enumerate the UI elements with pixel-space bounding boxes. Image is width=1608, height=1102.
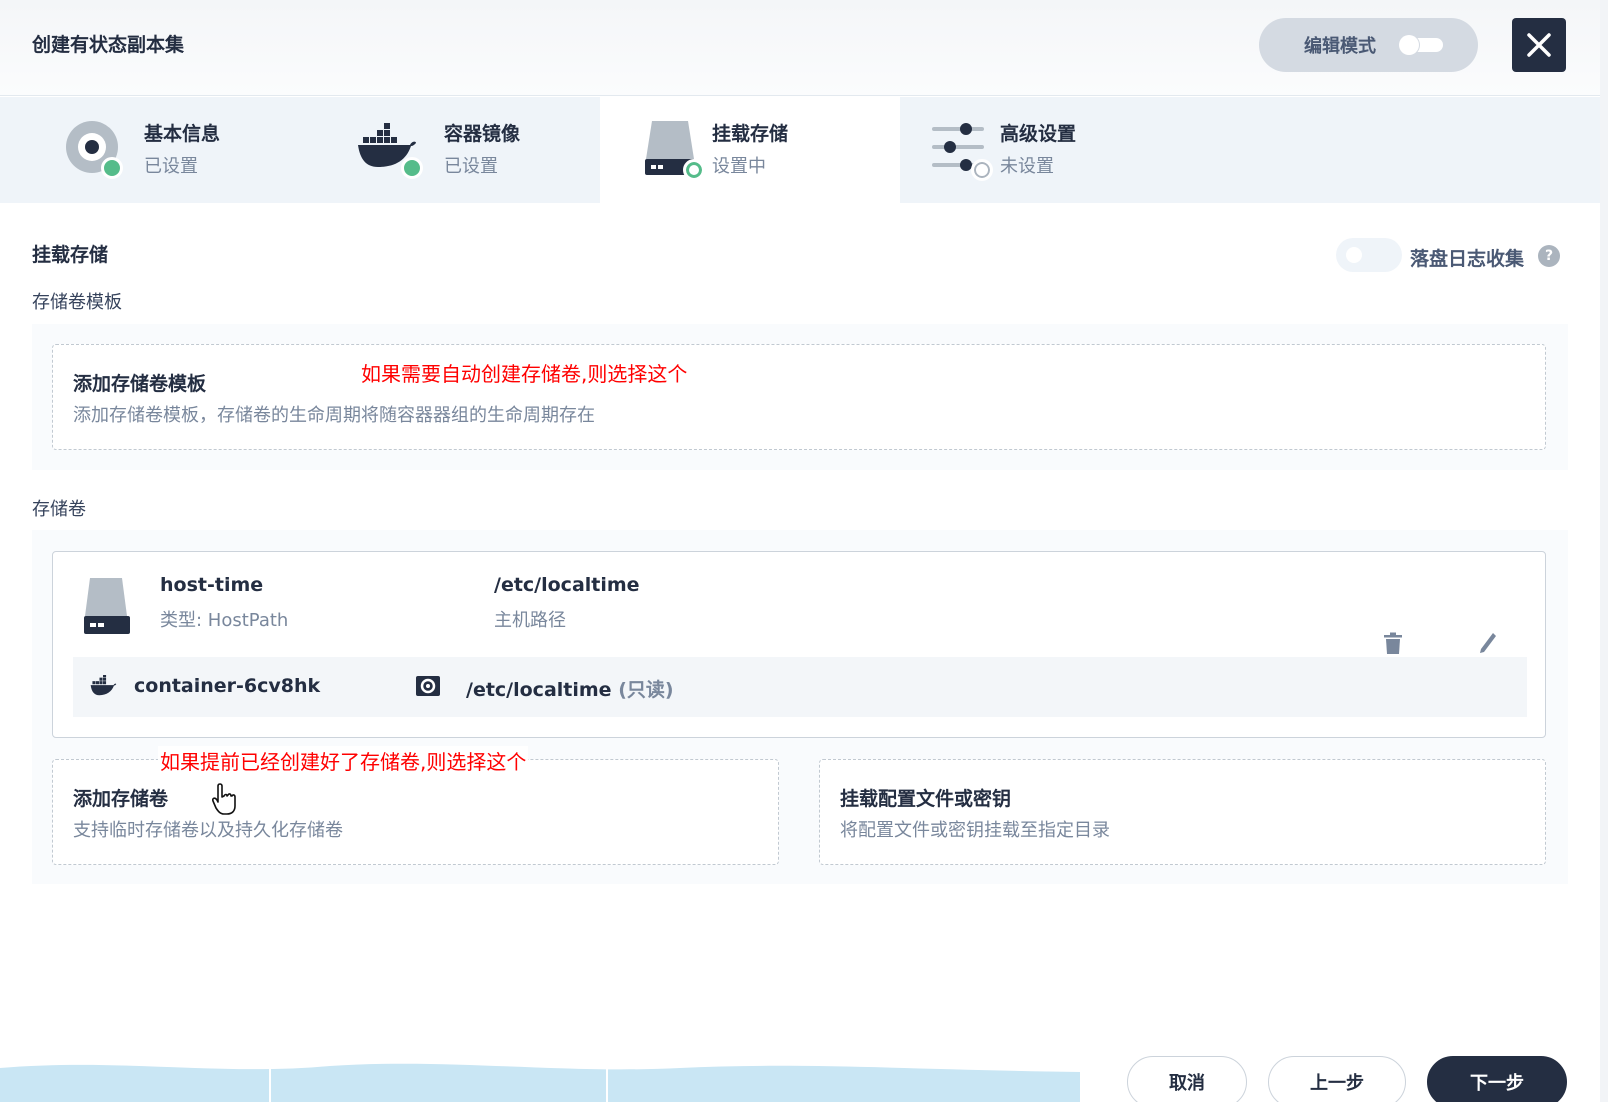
modal-title: 创建有状态副本集 xyxy=(32,34,185,56)
next-step-button[interactable]: 下一步 xyxy=(1427,1056,1567,1102)
mount-gear-icon xyxy=(416,676,440,696)
log-collection-toggle[interactable] xyxy=(1336,238,1402,272)
mount-container-name: container-6cv8hk xyxy=(134,675,321,697)
step-done-dot xyxy=(401,157,423,179)
step-done-dot xyxy=(101,157,123,179)
decorative-wave xyxy=(0,1063,1080,1102)
add-volume-template-card[interactable]: 添加存储卷模板 添加存储卷模板，存储卷的生命周期将随容器器组的生命周期存在 xyxy=(52,344,1546,450)
step-advanced-settings[interactable]: 高级设置 未设置 xyxy=(900,97,1200,203)
volume-host-path-label: 主机路径 xyxy=(494,610,566,631)
add-volume-title: 添加存储卷 xyxy=(73,788,169,810)
docker-whale-icon xyxy=(90,675,117,696)
step-title: 基本信息 xyxy=(144,123,221,145)
step-title: 容器镜像 xyxy=(444,123,521,145)
create-statefulset-modal: 创建有状态副本集 编辑模式 基本信息 已设置 容器镜像 已设置 挂载存储 设置中… xyxy=(0,0,1600,1102)
step-active-dot xyxy=(683,159,705,181)
close-icon xyxy=(1527,33,1551,57)
volume-name: host-time xyxy=(160,574,264,596)
hand-cursor-icon xyxy=(212,783,236,815)
step-mount-storage[interactable]: 挂载存储 设置中 xyxy=(600,97,900,203)
mount-config-desc: 将配置文件或密钥挂载至指定目录 xyxy=(840,820,1110,841)
add-volume-template-desc: 添加存储卷模板，存储卷的生命周期将随容器器组的生命周期存在 xyxy=(73,405,595,426)
section-title: 挂载存储 xyxy=(32,244,109,266)
volume-host-path: /etc/localtime xyxy=(494,574,640,596)
step-status: 未设置 xyxy=(1000,156,1054,177)
volumes-label: 存储卷 xyxy=(32,499,86,520)
mount-path-value: /etc/localtime xyxy=(466,679,612,701)
trash-icon[interactable] xyxy=(1378,628,1408,658)
help-icon[interactable]: ? xyxy=(1538,245,1560,267)
step-title: 挂载存储 xyxy=(712,123,789,145)
step-status: 设置中 xyxy=(712,156,766,177)
step-status: 已设置 xyxy=(144,156,198,177)
volume-type: 类型: HostPath xyxy=(160,610,289,631)
cancel-button[interactable]: 取消 xyxy=(1127,1056,1247,1102)
wizard-steps: 基本信息 已设置 容器镜像 已设置 挂载存储 设置中 高级设置 未设置 xyxy=(0,97,1600,203)
volume-mount-row: container-6cv8hk /etc/localtime (只读) xyxy=(73,657,1527,717)
step-container-image[interactable]: 容器镜像 已设置 xyxy=(300,97,600,203)
volume-item: host-time 类型: HostPath /etc/localtime 主机… xyxy=(52,551,1546,738)
edit-mode-label: 编辑模式 xyxy=(1304,36,1376,57)
close-button[interactable] xyxy=(1512,18,1566,72)
step-title: 高级设置 xyxy=(1000,123,1077,145)
mount-config-secret-card[interactable]: 挂载配置文件或密钥 将配置文件或密钥挂载至指定目录 xyxy=(819,759,1546,865)
log-collection-label: 落盘日志收集 xyxy=(1410,248,1525,270)
annotation-volume-template: 如果需要自动创建存储卷,则选择这个 xyxy=(361,362,688,386)
edit-mode-switch[interactable] xyxy=(1399,35,1443,55)
add-volume-desc: 支持临时存储卷以及持久化存储卷 xyxy=(73,820,343,841)
step-pending-dot xyxy=(971,159,993,181)
volume-templates-label: 存储卷模板 xyxy=(32,292,122,313)
mount-path: /etc/localtime (只读) xyxy=(466,675,674,702)
step-basic-info[interactable]: 基本信息 已设置 xyxy=(0,97,300,203)
storage-drive-icon xyxy=(84,578,130,634)
edit-pencil-icon[interactable] xyxy=(1473,628,1503,658)
step-status: 已设置 xyxy=(444,156,498,177)
prev-step-button[interactable]: 上一步 xyxy=(1268,1056,1406,1102)
mount-config-title: 挂载配置文件或密钥 xyxy=(840,788,1012,810)
annotation-volume: 如果提前已经创建好了存储卷,则选择这个 xyxy=(158,746,529,775)
add-volume-template-title: 添加存储卷模板 xyxy=(73,373,207,395)
edit-mode-toggle[interactable]: 编辑模式 xyxy=(1259,18,1478,72)
mount-readonly-label: (只读) xyxy=(618,679,674,701)
modal-header: 创建有状态副本集 编辑模式 xyxy=(0,0,1600,96)
